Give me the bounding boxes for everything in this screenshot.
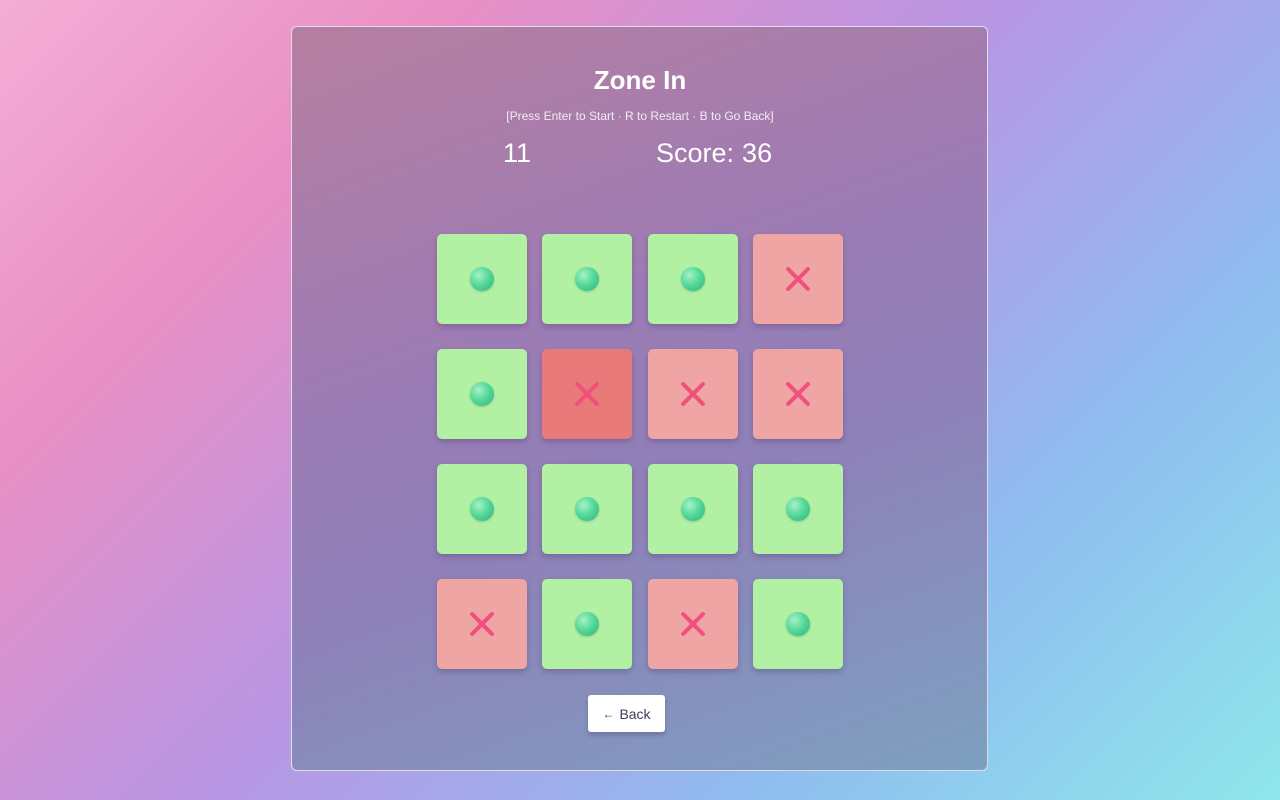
green-orb-icon <box>575 267 599 291</box>
green-orb-icon <box>575 612 599 636</box>
green-orb-icon <box>470 382 494 406</box>
tile-r1-c3[interactable] <box>648 234 738 324</box>
arrow-left-icon: ← <box>602 706 615 721</box>
green-orb-icon <box>786 497 810 521</box>
tile-r2-c2[interactable] <box>542 349 632 439</box>
tile-r1-c1[interactable] <box>437 234 527 324</box>
tile-r3-c1[interactable] <box>437 464 527 554</box>
tile-r4-c3[interactable] <box>648 579 738 669</box>
tile-r2-c4[interactable] <box>753 349 843 439</box>
red-x-icon <box>573 380 601 408</box>
instructions-text: [Press Enter to Start · R to Restart · B… <box>506 109 774 123</box>
score-label: Score: <box>656 138 735 168</box>
green-orb-icon <box>681 497 705 521</box>
red-x-icon <box>679 610 707 638</box>
tile-r2-c1[interactable] <box>437 349 527 439</box>
score-value: 36 <box>742 138 773 168</box>
tile-r3-c4[interactable] <box>753 464 843 554</box>
green-orb-icon <box>470 497 494 521</box>
green-orb-icon <box>470 267 494 291</box>
timer-display: 11 <box>503 138 532 168</box>
game-board <box>437 234 843 669</box>
tile-r2-c3[interactable] <box>648 349 738 439</box>
green-orb-icon <box>575 497 599 521</box>
green-orb-icon <box>681 267 705 291</box>
green-orb-icon <box>786 612 810 636</box>
tile-r3-c2[interactable] <box>542 464 632 554</box>
tile-r4-c2[interactable] <box>542 579 632 669</box>
tile-r4-c1[interactable] <box>437 579 527 669</box>
tile-r4-c4[interactable] <box>753 579 843 669</box>
score-display: Score: 36 <box>656 138 772 169</box>
tile-r3-c3[interactable] <box>648 464 738 554</box>
red-x-icon <box>784 265 812 293</box>
back-button-label: Back <box>619 705 651 722</box>
tile-r1-c4[interactable] <box>753 234 843 324</box>
red-x-icon <box>679 380 707 408</box>
back-button[interactable]: ← Back <box>588 695 665 732</box>
red-x-icon <box>784 380 812 408</box>
game-title: Zone In <box>593 65 687 95</box>
red-x-icon <box>468 610 496 638</box>
tile-r1-c2[interactable] <box>542 234 632 324</box>
